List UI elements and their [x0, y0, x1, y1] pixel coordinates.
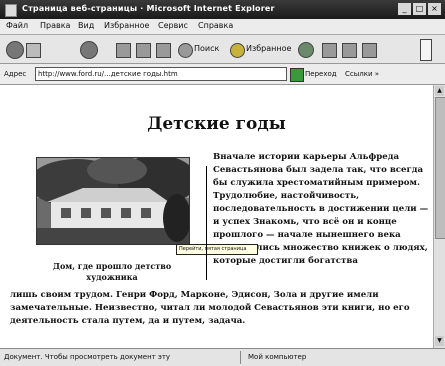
search-icon[interactable]: [178, 43, 193, 58]
go-icon[interactable]: [290, 68, 304, 82]
windows-logo-icon: [420, 39, 432, 61]
text-cursor: [206, 166, 207, 280]
close-button[interactable]: ×: [428, 3, 441, 15]
scroll-up-icon[interactable]: ▲: [435, 86, 444, 96]
search-label[interactable]: Поиск: [194, 44, 219, 60]
toolbar: Поиск Избранное: [0, 35, 445, 64]
favorites-label[interactable]: Избранное: [246, 44, 291, 60]
house-photo-image: [37, 158, 189, 244]
favorites-icon[interactable]: [230, 43, 245, 58]
menu-file[interactable]: Файл: [6, 21, 28, 30]
menu-view[interactable]: Вид: [78, 21, 94, 30]
app-icon: [5, 4, 17, 17]
title-bar: Страница веб-страницы · Microsoft Intern…: [0, 0, 445, 19]
stop-icon[interactable]: [116, 43, 131, 58]
forward-icon[interactable]: [80, 41, 98, 59]
back-icon[interactable]: [6, 41, 24, 59]
minimize-button[interactable]: _: [398, 3, 411, 15]
status-text: Документ. Чтобы просмотреть документ эту: [4, 353, 171, 361]
home-icon[interactable]: [156, 43, 171, 58]
links-button[interactable]: Ссылки »: [345, 70, 379, 78]
page-content: Детские годы Дом, где прошло детство худ…: [0, 85, 433, 348]
scroll-thumb[interactable]: [435, 97, 445, 239]
refresh-icon[interactable]: [136, 43, 151, 58]
window-title: Страница веб-страницы · Microsoft Intern…: [22, 4, 275, 13]
address-bar: Адрес Переход Ссылки »: [0, 64, 445, 85]
address-label: Адрес: [4, 70, 27, 78]
house-photo: [36, 157, 190, 245]
vertical-scrollbar[interactable]: ▲ ▼: [433, 85, 445, 348]
link-tooltip: Перейти, пятая страница: [176, 244, 258, 255]
window-controls: _ □ ×: [398, 3, 441, 15]
maximize-button[interactable]: □: [413, 3, 426, 15]
status-zone: Мой компьютер: [248, 353, 307, 361]
status-bar: Документ. Чтобы просмотреть документ эту…: [0, 348, 445, 366]
menu-favorites[interactable]: Избранное: [104, 21, 149, 30]
article-text-bottom: лишь своим трудом. Генри Форд, Марконе, …: [10, 290, 410, 326]
menu-bar: Файл Правка Вид Избранное Сервис Справка: [0, 19, 445, 35]
media-icon[interactable]: [298, 42, 314, 58]
menu-edit[interactable]: Правка: [40, 21, 70, 30]
back-dropdown-icon[interactable]: [26, 43, 41, 58]
go-button[interactable]: Переход: [305, 70, 337, 78]
history-icon[interactable]: [322, 43, 337, 58]
page-title: Детские годы: [147, 114, 286, 134]
menu-tools[interactable]: Сервис: [158, 21, 188, 30]
print-icon[interactable]: [362, 43, 377, 58]
photo-caption: Дом, где прошло детство художника: [52, 261, 172, 282]
status-divider: [240, 351, 241, 364]
address-input[interactable]: [35, 67, 287, 81]
mail-icon[interactable]: [342, 43, 357, 58]
menu-help[interactable]: Справка: [198, 21, 233, 30]
scroll-down-icon[interactable]: ▼: [435, 336, 444, 346]
